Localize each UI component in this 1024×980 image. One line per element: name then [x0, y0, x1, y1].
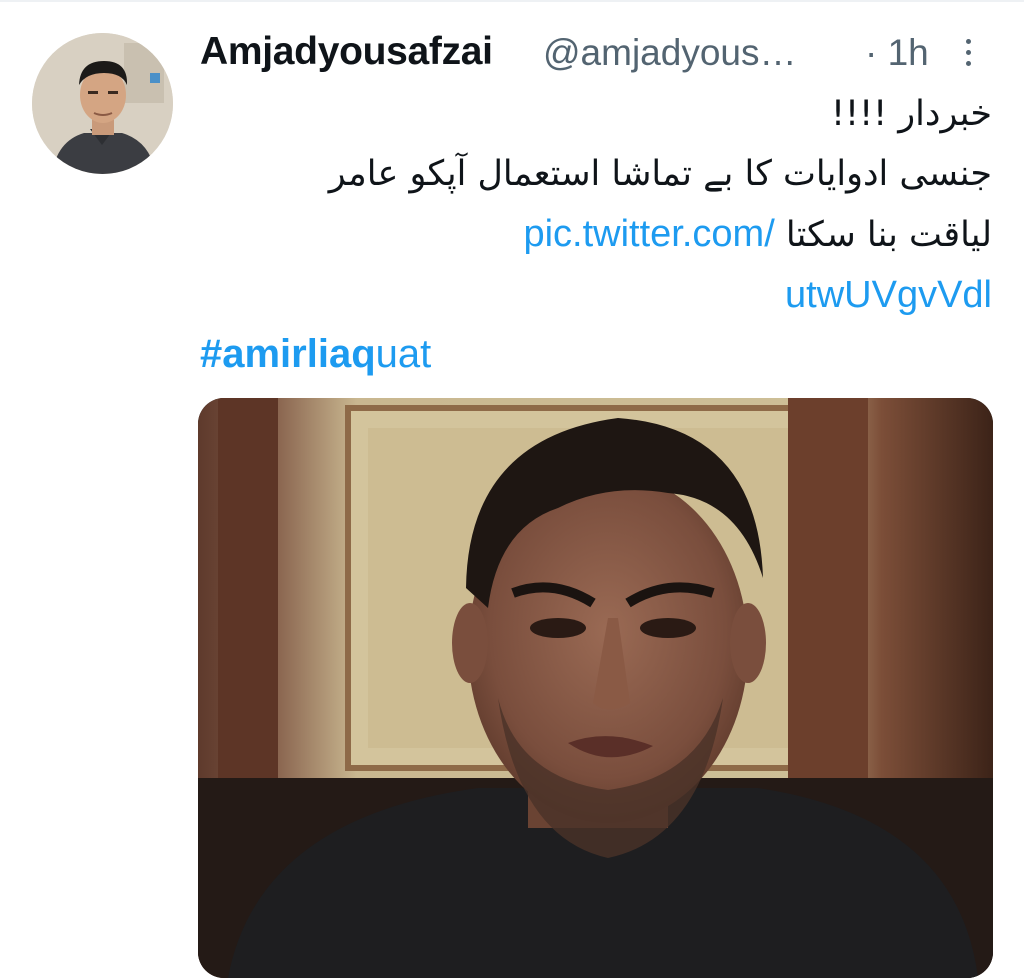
time-label: 1h	[887, 32, 929, 73]
tweet-text-line: خبردار !!!!	[831, 94, 992, 134]
more-vertical-icon[interactable]	[960, 36, 976, 72]
author-handle[interactable]: @amjadyous…	[543, 32, 846, 74]
hashtag-bold-part: #amirliaq	[200, 332, 376, 376]
separator-dot: ·	[865, 32, 878, 73]
tweet-timestamp[interactable]: · 1h	[865, 32, 929, 74]
hashtag-link[interactable]: #amirliaquat	[200, 332, 431, 377]
author-display-name[interactable]: Amjadyousafzai	[200, 30, 493, 74]
avatar-image	[32, 33, 173, 174]
hashtag-rest-part: uat	[375, 332, 432, 376]
tweet-text-line: لیاقت بنا سکتا	[785, 215, 992, 255]
link-line: utwUVgvVdl	[232, 265, 992, 326]
top-divider	[0, 0, 1024, 2]
tweet-text-line-with-link: لیاقت بنا سکتا pic.twitter.com/	[232, 204, 992, 265]
tweet-text: خبردار !!!! جنسی ادوایات کا بے تماشا است…	[232, 84, 992, 326]
tweet-media-image[interactable]	[198, 398, 993, 978]
pic-link[interactable]: pic.twitter.com/	[523, 213, 774, 255]
photo-of-man	[198, 398, 993, 978]
avatar[interactable]	[32, 33, 173, 174]
tweet-header: Amjadyousafzai @amjadyous… · 1h	[200, 30, 1000, 82]
tweet-text-line: جنسی ادوایات کا بے تماشا استعمال آپکو عا…	[328, 154, 992, 194]
pic-link-continuation[interactable]: utwUVgvVdl	[785, 274, 992, 316]
